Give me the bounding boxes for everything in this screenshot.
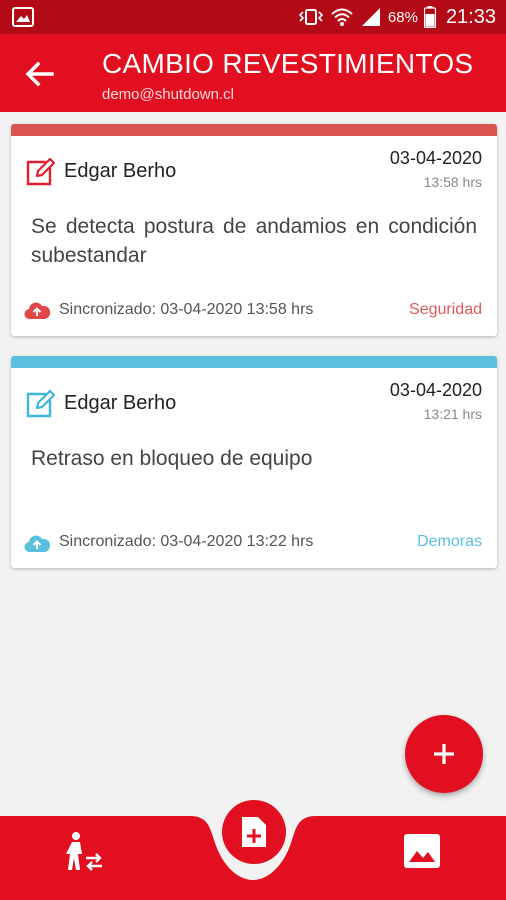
- cloud-upload-icon: [24, 302, 50, 320]
- edit-icon[interactable]: [24, 388, 56, 420]
- app-bar: CAMBIO REVESTIMIENTOS demo@shutdown.cl: [0, 34, 506, 112]
- image-icon[interactable]: [402, 832, 442, 870]
- cloud-upload-icon: [24, 535, 50, 553]
- card-date: 03-04-2020: [389, 380, 482, 400]
- person-exchange-icon[interactable]: [62, 830, 106, 874]
- vibrate-icon: [298, 9, 324, 25]
- battery-percent: 68%: [387, 8, 418, 26]
- card-author: Edgar Berho: [64, 160, 177, 182]
- report-card[interactable]: Edgar Berho 03-04-2020 13:58 hrs Se dete…: [11, 124, 497, 336]
- category-label: Seguridad: [409, 301, 482, 318]
- card-time: 13:58 hrs: [423, 174, 482, 190]
- plus-icon: [434, 744, 454, 764]
- sync-status: Sincronizado: 03-04-2020 13:22 hrs: [59, 533, 314, 550]
- card-date: 03-04-2020: [389, 148, 482, 168]
- bottom-nav: [0, 780, 506, 900]
- card-accent-bar: [11, 124, 497, 136]
- sync-status: Sincronizado: 03-04-2020 13:58 hrs: [59, 301, 314, 318]
- signal-icon: [361, 8, 380, 26]
- category-label: Demoras: [417, 533, 482, 550]
- page-title: CAMBIO REVESTIMIENTOS: [102, 48, 474, 79]
- battery-icon: [423, 6, 436, 28]
- card-description: Se detecta postura de andamios en condic…: [31, 215, 477, 267]
- edit-icon[interactable]: [24, 156, 56, 188]
- status-bar: 68% 21:33: [0, 0, 506, 34]
- wifi-icon: [331, 8, 353, 26]
- add-document-icon: [242, 817, 266, 847]
- user-email: demo@shutdown.cl: [102, 86, 234, 103]
- add-document-button[interactable]: [222, 800, 286, 864]
- status-time: 21:33: [445, 5, 496, 28]
- card-author: Edgar Berho: [64, 392, 177, 414]
- report-card[interactable]: Edgar Berho 03-04-2020 13:21 hrs Retraso…: [11, 356, 497, 568]
- arrow-left-icon[interactable]: [22, 56, 58, 92]
- image-icon: [12, 7, 34, 27]
- card-accent-bar: [11, 356, 497, 368]
- card-time: 13:21 hrs: [423, 406, 482, 422]
- card-description: Retraso en bloqueo de equipo: [31, 447, 313, 470]
